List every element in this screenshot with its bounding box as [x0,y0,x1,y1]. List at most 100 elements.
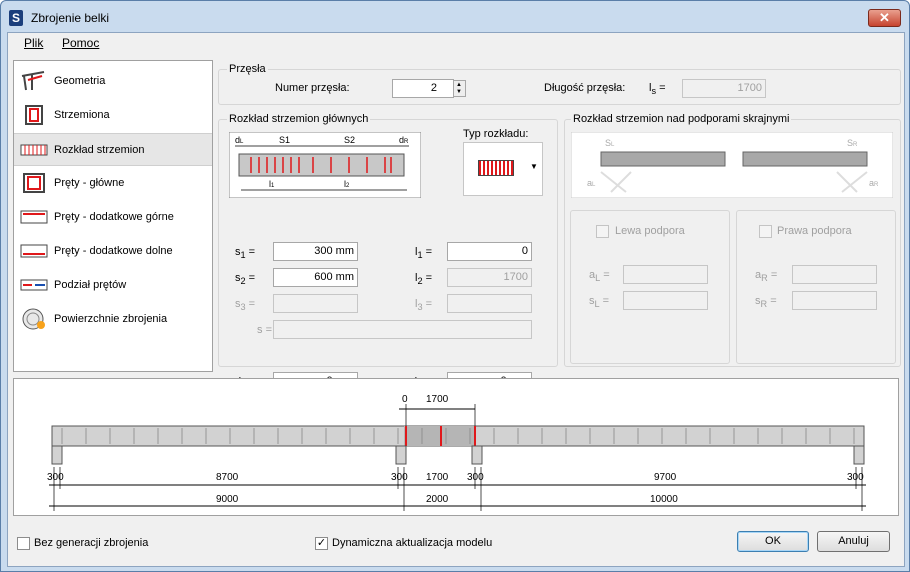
dialog-client: Plik Pomoc Geometria Strzemiona Rozkład st… [7,32,905,567]
close-button[interactable]: ✕ [868,9,901,27]
s3-label: s3 = [235,298,256,313]
support-diagram: SL aL SR aR [571,132,893,198]
ok-button[interactable]: OK [737,531,809,552]
beam-drawing: 0 1700 300 8700 300 1700 300 9700 300 90… [47,394,866,511]
left-support-label: Lewa podpora [615,225,685,237]
window-title: Zbrojenie belki [31,11,110,25]
nav-item-top-bars[interactable]: Pręty - dodatkowe górne [14,201,212,234]
left-support-checkbox[interactable] [596,225,609,238]
dialog-window: S Zbrojenie belki ✕ Plik Pomoc Geometria… [0,0,910,572]
distribution-type-label: Typ rozkładu: [463,128,529,140]
beam-total-span3: 10000 [650,494,678,505]
dynamic-update-label: Dynamiczna aktualizacja modelu [332,537,493,549]
diagram-s1-label: S1 [279,135,290,145]
bar-split-icon [20,274,48,296]
nav-item-label: Pręty - główne [54,177,125,189]
sR-input [792,291,877,310]
l2-label: l2 = [415,272,433,287]
span-group-label: Przęsła [227,63,268,75]
main-stirrups-label: Rozkład strzemion głównych [227,113,371,125]
nav-item-reinforcement-area[interactable]: Powierzchnie zbrojenia [14,303,212,336]
beam-top-dim-0: 0 [402,394,408,405]
dynamic-update-checkbox[interactable]: ✓ [315,537,328,550]
l1-label: l1 = [415,246,433,261]
spinner-arrows[interactable]: ▲ ▼ [453,80,466,97]
s2-input[interactable]: 600 mm [273,268,358,287]
menu-file[interactable]: Plik [24,36,43,50]
title-bar: S Zbrojenie belki ✕ [1,1,909,33]
nav-item-label: Podział prętów [54,279,127,291]
s3-input [273,294,358,313]
support-stirrups-group: Rozkład strzemion nad podporami skrajnym… [564,113,901,367]
s1-input[interactable]: 300 mm [273,242,358,261]
nav-item-geometry[interactable]: Geometria [14,65,212,98]
beam-dim-right-support: 300 [847,472,864,483]
no-generation-checkbox[interactable] [17,537,30,550]
nav-item-stirrup-distribution[interactable]: Rozkład strzemion [14,133,212,166]
spinner-up-icon[interactable]: ▲ [456,82,462,89]
distribution-type-dropdown[interactable]: ▼ [463,142,543,196]
beam-top-dim-1: 1700 [426,394,449,405]
span-number-label: Numer przęsła: [275,82,350,94]
right-support-label: Prawa podpora [777,225,852,237]
l3-label: l3 = [415,298,433,313]
beam-dim-mid-support1: 300 [391,472,408,483]
beam-dim-left-support: 300 [47,472,64,483]
spinner-down-icon[interactable]: ▼ [456,89,462,96]
aL-input [623,265,708,284]
app-logo-icon: S [9,10,23,26]
nav-item-label: Pręty - dodatkowe dolne [54,245,173,257]
l2-input: 1700 [447,268,532,287]
reinforcement-area-icon [20,308,48,330]
stirrup-layout-diagram: dL S1 S2 dR l1 l2 [229,132,421,198]
sL-label: sL = [589,295,610,310]
right-support-box: Prawa podpora aR = sR = [736,210,896,364]
beam-dim-mid-support2: 300 [467,472,484,483]
s2-label: s2 = [235,272,256,287]
support-stirrups-label: Rozkład strzemion nad podporami skrajnym… [571,113,792,125]
diagram-s2-label: S2 [344,135,355,145]
nav-item-label: Powierzchnie zbrojenia [54,313,168,325]
span-length-symbol: ls = [649,82,666,97]
l3-input [447,294,532,313]
span-group: Przęsła Numer przęsła: 2 ▲ ▼ Długość prz… [218,63,901,105]
cancel-button[interactable]: Anuluj [817,531,890,552]
checkmark-icon: ✓ [316,537,327,549]
nav-item-label: Strzemiona [54,109,110,121]
s1-label: s1 = [235,246,256,261]
span-number-spinner[interactable]: 2 [392,79,454,98]
geometry-icon [20,70,48,92]
main-bars-icon [20,172,48,194]
right-support-checkbox[interactable] [759,225,772,238]
nav-item-stirrup[interactable]: Strzemiona [14,99,212,132]
dropdown-arrow-icon: ▼ [530,162,538,171]
beam-total-span1: 9000 [216,494,239,505]
aL-label: aL = [589,269,610,284]
menu-bar: Plik Pomoc [8,33,904,53]
stirrup-distribution-icon [20,139,48,161]
nav-item-label: Rozkład strzemion [54,144,145,156]
beam-dim-span1: 8700 [216,472,239,483]
nav-item-bar-split[interactable]: Podział prętów [14,269,212,302]
l1-input[interactable]: 0 [447,242,532,261]
span-length-label: Długość przęsła: [544,82,626,94]
nav-item-main-bars[interactable]: Pręty - główne [14,167,212,200]
s-input [273,320,532,339]
distribution-type-icon [478,160,514,176]
span-length-field: 1700 [682,79,766,98]
beam-dim-span2: 1700 [426,472,449,483]
left-support-box: Lewa podpora aL = sL = [570,210,730,364]
bottom-bars-icon [20,240,48,262]
nav-item-bottom-bars[interactable]: Pręty - dodatkowe dolne [14,235,212,268]
aR-input [792,265,877,284]
menu-help[interactable]: Pomoc [62,36,99,50]
sR-label: sR = [755,295,777,310]
aR-label: aR = [755,269,778,284]
sL-input [623,291,708,310]
beam-total-span2: 2000 [426,494,449,505]
beam-dim-span3: 9700 [654,472,677,483]
nav-item-label: Geometria [54,75,106,87]
no-generation-label: Bez generacji zbrojenia [34,537,149,549]
close-icon: ✕ [879,10,890,25]
main-stirrups-group: Rozkład strzemion głównych dL S1 S2 dR l… [218,113,558,391]
